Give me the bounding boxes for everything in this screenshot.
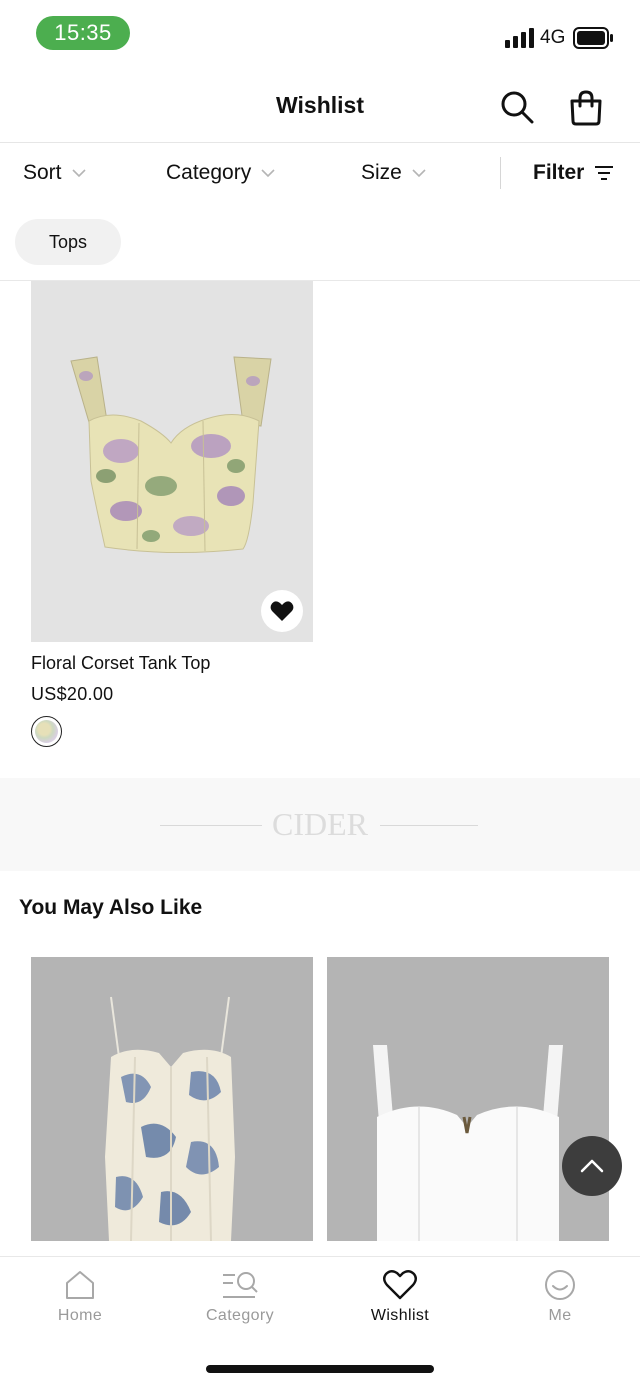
nav-category[interactable]: Category bbox=[180, 1269, 300, 1325]
filter-bar: Sort Category Size Filter bbox=[0, 143, 640, 205]
size-label: Size bbox=[361, 161, 402, 184]
swatch-floral bbox=[35, 720, 58, 743]
chevron-up-icon bbox=[580, 1159, 604, 1173]
recommended-product-image[interactable] bbox=[327, 957, 609, 1241]
header: Wishlist bbox=[0, 66, 640, 143]
status-bar: 15:35 4G bbox=[0, 0, 640, 66]
nav-wishlist-label: Wishlist bbox=[370, 1307, 430, 1324]
category-search-icon bbox=[223, 1272, 258, 1298]
back-to-top-button[interactable] bbox=[562, 1136, 622, 1196]
product-image[interactable] bbox=[31, 281, 313, 642]
product-price: US$20.00 bbox=[31, 684, 114, 704]
banner-rule-right bbox=[380, 825, 478, 826]
filter-divider bbox=[500, 157, 501, 189]
nav-category-label: Category bbox=[205, 1307, 275, 1324]
search-icon[interactable] bbox=[500, 90, 534, 124]
nav-me-label: Me bbox=[548, 1307, 572, 1324]
home-icon bbox=[66, 1271, 94, 1299]
heart-icon bbox=[383, 1270, 417, 1300]
page-title: Wishlist bbox=[276, 92, 364, 118]
category-dropdown[interactable]: Category bbox=[166, 161, 275, 185]
category-chip-tops[interactable]: Tops bbox=[15, 219, 121, 265]
filter-button[interactable]: Filter bbox=[533, 161, 614, 185]
cellular-signal-icon bbox=[505, 28, 534, 48]
nav-home-label: Home bbox=[57, 1307, 103, 1324]
network-type: 4G bbox=[540, 27, 566, 48]
nav-home[interactable]: Home bbox=[20, 1269, 140, 1325]
category-label: Category bbox=[166, 161, 252, 184]
chevron-down-icon bbox=[412, 168, 426, 177]
shopping-bag-icon[interactable] bbox=[568, 88, 604, 126]
recommended-product-image[interactable] bbox=[31, 957, 313, 1241]
battery-icon bbox=[573, 27, 613, 49]
filter-lines-icon bbox=[595, 166, 614, 180]
color-swatch[interactable] bbox=[31, 716, 62, 747]
chevron-down-icon bbox=[261, 168, 275, 177]
sort-label: Sort bbox=[23, 161, 62, 184]
nav-wishlist[interactable]: Wishlist bbox=[340, 1269, 460, 1325]
white-bustier-illustration bbox=[373, 1045, 563, 1241]
sort-dropdown[interactable]: Sort bbox=[23, 161, 86, 185]
home-indicator bbox=[206, 1365, 434, 1373]
chevron-down-icon bbox=[71, 168, 86, 177]
bottom-navigation: Home Category Wishlist Me bbox=[0, 1256, 640, 1385]
brand-logo: CIDER bbox=[272, 806, 368, 842]
smiley-icon bbox=[545, 1270, 575, 1300]
status-time: 15:35 bbox=[36, 16, 130, 50]
size-dropdown[interactable]: Size bbox=[361, 161, 426, 185]
product-name[interactable]: Floral Corset Tank Top bbox=[31, 653, 210, 674]
floral-top-illustration bbox=[70, 356, 272, 554]
recommendations-title: You May Also Like bbox=[19, 896, 203, 919]
remove-from-wishlist-button[interactable] bbox=[261, 590, 303, 632]
brand-banner: CIDER bbox=[0, 778, 640, 871]
toile-corset-illustration bbox=[105, 996, 235, 1241]
nav-me[interactable]: Me bbox=[500, 1269, 620, 1325]
heart-filled-icon bbox=[270, 601, 294, 621]
filter-label: Filter bbox=[533, 161, 585, 184]
